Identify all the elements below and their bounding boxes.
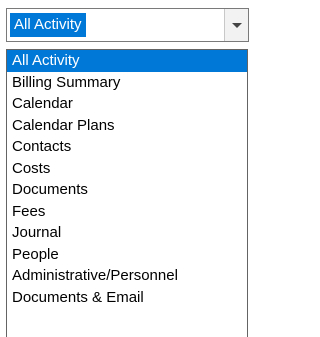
activity-filter-combobox[interactable]: All Activity [6, 8, 249, 42]
option-costs[interactable]: Costs [7, 158, 247, 180]
option-people[interactable]: People [7, 244, 247, 266]
option-journal[interactable]: Journal [7, 222, 247, 244]
option-all-activity[interactable]: All Activity [7, 50, 247, 72]
option-contacts[interactable]: Contacts [7, 136, 247, 158]
dropdown-toggle-button[interactable] [224, 9, 248, 41]
option-documents[interactable]: Documents [7, 179, 247, 201]
dropdown-options-list[interactable]: All Activity Billing Summary Calendar Ca… [6, 49, 248, 337]
chevron-down-icon [232, 23, 242, 28]
option-documents-email[interactable]: Documents & Email [7, 287, 247, 309]
option-billing-summary[interactable]: Billing Summary [7, 72, 247, 94]
option-calendar[interactable]: Calendar [7, 93, 247, 115]
option-calendar-plans[interactable]: Calendar Plans [7, 115, 247, 137]
option-administrative-personnel[interactable]: Administrative/Personnel [7, 265, 247, 287]
combobox-selected-value: All Activity [10, 13, 86, 37]
option-fees[interactable]: Fees [7, 201, 247, 223]
